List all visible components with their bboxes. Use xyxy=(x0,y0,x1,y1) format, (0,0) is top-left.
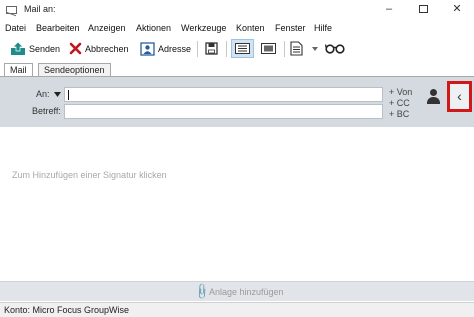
send-label: Senden xyxy=(29,43,61,54)
menu-konten[interactable]: Konten xyxy=(236,23,265,33)
add-attachment-label: Anlage hinzufügen xyxy=(209,287,284,297)
text-cursor xyxy=(68,90,69,100)
menu-datei[interactable]: Datei xyxy=(5,23,26,33)
to-label: An: xyxy=(36,89,50,99)
html-text-icon xyxy=(261,43,276,54)
status-bar: Konto: Micro Focus GroupWise xyxy=(0,302,474,317)
address-button[interactable]: Adresse xyxy=(140,39,191,58)
menu-hilfe[interactable]: Hilfe xyxy=(314,23,332,33)
toolbar-divider xyxy=(226,41,227,57)
account-status: Konto: Micro Focus GroupWise xyxy=(4,305,130,315)
window-title: Mail an: xyxy=(24,4,56,14)
cancel-label: Abbrechen xyxy=(85,43,129,54)
mail-icon xyxy=(6,6,17,14)
plain-text-icon xyxy=(235,43,250,54)
signature-placeholder[interactable]: Zum Hinzufügen einer Signatur klicken xyxy=(12,170,167,180)
address-label: Adresse xyxy=(158,43,192,54)
tab-mail[interactable]: Mail xyxy=(4,63,33,77)
html-view-button[interactable] xyxy=(258,39,279,58)
add-cc-link[interactable]: + CC xyxy=(389,98,410,108)
send-icon xyxy=(11,41,25,55)
plain-text-view-button[interactable] xyxy=(231,39,254,58)
send-button[interactable]: Senden xyxy=(10,39,60,58)
to-input[interactable] xyxy=(64,87,383,102)
attachment-bar[interactable]: 📎 Anlage hinzufügen xyxy=(0,281,474,301)
menu-fenster[interactable]: Fenster xyxy=(275,23,306,33)
menu-anzeigen[interactable]: Anzeigen xyxy=(88,23,126,33)
chevron-down-icon[interactable] xyxy=(311,46,319,52)
tab-strip: Mail Sendeoptionen xyxy=(0,62,474,77)
read-view-button[interactable] xyxy=(325,39,345,58)
maximize-button[interactable] xyxy=(406,0,440,20)
subject-input[interactable] xyxy=(64,104,383,119)
save-icon xyxy=(205,42,218,55)
glasses-icon xyxy=(325,44,345,54)
tab-send-options[interactable]: Sendeoptionen xyxy=(38,63,111,77)
close-icon: ✕ xyxy=(452,3,462,15)
toolbar: Senden Abbrechen Adresse xyxy=(0,37,474,61)
toolbar-divider xyxy=(197,41,198,57)
maximize-icon xyxy=(418,5,428,13)
menu-bar: Datei Bearbeiten Anzeigen Aktionen Werkz… xyxy=(0,21,474,36)
close-button[interactable]: ✕ xyxy=(440,0,474,20)
toolbar-divider xyxy=(284,41,285,57)
minimize-icon: – xyxy=(385,3,393,15)
person-head xyxy=(430,89,437,96)
cancel-button[interactable]: Abbrechen xyxy=(69,39,129,58)
to-dropdown-icon[interactable] xyxy=(54,92,61,97)
menu-aktionen[interactable]: Aktionen xyxy=(136,23,171,33)
menu-bearbeiten[interactable]: Bearbeiten xyxy=(36,23,80,33)
send-options-button[interactable] xyxy=(290,39,319,58)
menu-werkzeuge[interactable]: Werkzeuge xyxy=(181,23,226,33)
chevron-left-icon: ‹ xyxy=(457,88,462,104)
title-bar: Mail an: – ✕ xyxy=(0,0,474,20)
add-from-link[interactable]: + Von xyxy=(389,87,412,97)
collapse-panel-button[interactable]: ‹ xyxy=(447,81,472,112)
add-bc-link[interactable]: + BC xyxy=(389,109,409,119)
document-icon xyxy=(290,41,303,56)
cancel-icon xyxy=(69,42,82,55)
save-button[interactable] xyxy=(203,39,220,58)
subject-label: Betreff: xyxy=(32,106,61,116)
address-book-icon xyxy=(140,41,155,56)
person-body xyxy=(427,97,440,104)
minimize-button[interactable]: – xyxy=(372,0,406,20)
person-icon[interactable] xyxy=(426,89,440,105)
